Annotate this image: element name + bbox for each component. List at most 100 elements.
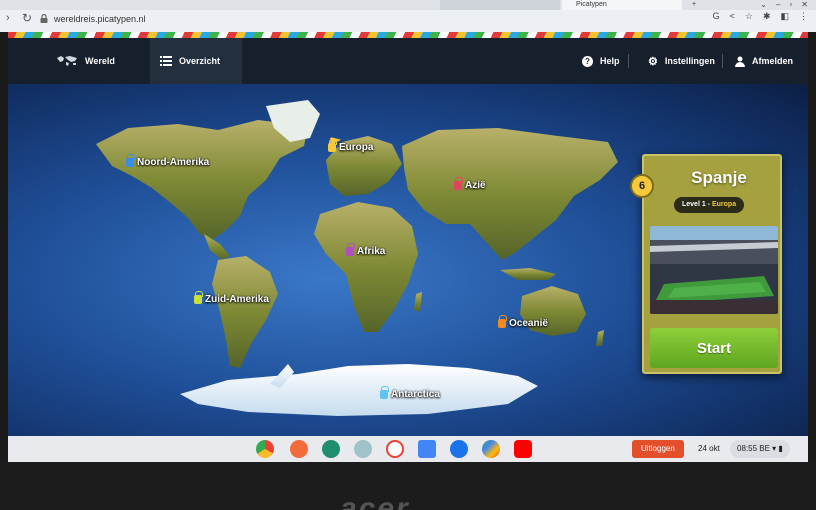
- continent-south-america: [212, 256, 278, 368]
- close-icon[interactable]: ✕: [801, 0, 808, 10]
- user-icon: [735, 56, 745, 67]
- region-zuid-amerika[interactable]: Zuid-Amerika: [194, 291, 269, 305]
- frame-left: [0, 32, 8, 462]
- region-label: Europa: [339, 142, 374, 153]
- continent-north-america: [96, 120, 308, 240]
- app-icon-orange[interactable]: [290, 440, 308, 458]
- lock-icon: [194, 291, 203, 304]
- nav-overzicht[interactable]: Overzicht: [150, 38, 242, 84]
- brand-logo: acer: [340, 492, 410, 510]
- start-button[interactable]: Start: [650, 328, 778, 368]
- shelf-date[interactable]: 24 okt: [692, 440, 726, 458]
- lock-icon: [346, 243, 355, 256]
- wifi-icon: ▾: [772, 444, 777, 453]
- lock-icon: [380, 386, 389, 399]
- bookmark-icon[interactable]: ☆: [745, 11, 753, 25]
- browser-toolbar: Picatypen + ⌄ – ▫ ✕ › ↻ wereldreis.picat…: [0, 0, 816, 32]
- region-afrika[interactable]: Afrika: [346, 243, 386, 257]
- google-icon[interactable]: G: [713, 11, 720, 25]
- nav-overzicht-label: Overzicht: [179, 56, 221, 66]
- list-icon: [160, 56, 172, 66]
- nav-help-label: Help: [600, 56, 620, 66]
- docs-icon[interactable]: [418, 440, 436, 458]
- help-icon: ?: [582, 55, 593, 67]
- region-oceanie[interactable]: Oceanië: [498, 315, 548, 329]
- browser-tab-active[interactable]: Picatypen: [562, 0, 682, 10]
- youtube-icon[interactable]: [514, 440, 532, 458]
- nav-divider: [722, 54, 723, 68]
- nav-divider: [628, 54, 629, 68]
- nav-instellingen-label: Instellingen: [664, 56, 715, 66]
- region-label: Afrika: [357, 246, 386, 257]
- tab-title: Picatypen: [576, 1, 607, 8]
- region-europa[interactable]: Europa: [328, 139, 374, 153]
- level-region: Europa: [711, 201, 737, 208]
- back-icon[interactable]: ›: [6, 12, 10, 24]
- logout-button[interactable]: Uitloggen: [632, 440, 684, 458]
- app: Wereld Overzicht ? Help ⚙ Instellingen A…: [8, 32, 808, 436]
- chevron-down-icon[interactable]: ⌄: [760, 0, 767, 10]
- status-tray[interactable]: 08:55 BE ▾ ▮: [730, 440, 790, 458]
- region-antarctica[interactable]: Antarctica: [380, 386, 440, 400]
- region-label: Azië: [465, 180, 486, 191]
- region-label: Antarctica: [391, 389, 440, 400]
- nav-help[interactable]: ? Help: [582, 38, 620, 84]
- laptop-bezel: acer: [0, 462, 816, 510]
- lock-icon: [498, 315, 507, 328]
- lock-icon: [40, 14, 48, 23]
- files-icon[interactable]: [450, 440, 468, 458]
- side-panel-icon[interactable]: ◧: [780, 11, 789, 25]
- region-noord-amerika[interactable]: Noord-Amerika: [126, 154, 210, 168]
- lock-icon: [328, 139, 337, 152]
- continent-africa: [314, 202, 418, 332]
- chrome-icon[interactable]: [256, 440, 274, 458]
- os-shelf: Uitloggen 24 okt 08:55 BE ▾ ▮: [8, 436, 808, 462]
- continent-madagascar: [414, 292, 422, 312]
- world-map: Noord-Amerika Europa Azië Afrika Zuid-Am…: [8, 84, 808, 436]
- continent-central-america: [204, 234, 230, 260]
- lock-icon: [126, 154, 135, 167]
- nav-wereld[interactable]: Wereld: [56, 38, 115, 84]
- new-tab-button[interactable]: +: [692, 0, 696, 10]
- gear-icon: ⚙: [648, 55, 658, 68]
- address-bar[interactable]: wereldreis.picatypen.nl: [40, 12, 600, 26]
- app-icon-teal[interactable]: [354, 440, 372, 458]
- gmail-icon[interactable]: [386, 440, 404, 458]
- shelf-time: 08:55 BE: [737, 444, 770, 453]
- continent-asia: [402, 128, 618, 260]
- nav-instellingen[interactable]: ⚙ Instellingen: [648, 38, 715, 84]
- continent-new-zealand: [596, 330, 604, 346]
- lock-icon: [454, 177, 463, 190]
- continent-indonesia: [500, 268, 556, 280]
- tab-strip: Picatypen +: [0, 0, 816, 10]
- level-title: Spanje: [691, 168, 747, 187]
- frame-right: [808, 32, 816, 462]
- level-pill: Level 1 - Europa: [674, 197, 745, 213]
- url-text: wereldreis.picatypen.nl: [54, 14, 146, 24]
- menu-icon[interactable]: ⋮: [799, 11, 808, 25]
- screen: Picatypen + ⌄ – ▫ ✕ › ↻ wereldreis.picat…: [0, 0, 816, 510]
- level-card: 6 Spanje Level 1 - Europa Start: [630, 154, 782, 374]
- play-store-icon[interactable]: [482, 440, 500, 458]
- share-icon[interactable]: <: [730, 11, 735, 25]
- window-controls: ⌄ – ▫ ✕: [760, 0, 808, 10]
- stadium-photo: [650, 226, 778, 314]
- browser-tab[interactable]: [440, 0, 560, 10]
- nav-afmelden-label: Afmelden: [752, 56, 794, 66]
- world-map-icon: [57, 56, 77, 66]
- region-label: Zuid-Amerika: [205, 294, 269, 305]
- classroom-icon[interactable]: [322, 440, 340, 458]
- nav-wereld-label: Wereld: [85, 56, 115, 66]
- top-navigation: Wereld Overzicht ? Help ⚙ Instellingen A…: [8, 38, 808, 84]
- nav-afmelden[interactable]: Afmelden: [735, 38, 793, 84]
- region-label: Noord-Amerika: [137, 157, 210, 168]
- continent-antarctica: [180, 364, 538, 416]
- extensions-icon[interactable]: ✱: [763, 11, 771, 25]
- maximize-icon[interactable]: ▫: [789, 0, 792, 10]
- battery-icon: ▮: [778, 444, 783, 453]
- region-azie[interactable]: Azië: [454, 177, 486, 191]
- reload-icon[interactable]: ↻: [22, 11, 32, 25]
- browser-tools: G < ☆ ✱ ◧ ⋮: [713, 11, 808, 25]
- minimize-icon[interactable]: –: [776, 0, 780, 10]
- level-label: Level 1 -: [682, 201, 712, 208]
